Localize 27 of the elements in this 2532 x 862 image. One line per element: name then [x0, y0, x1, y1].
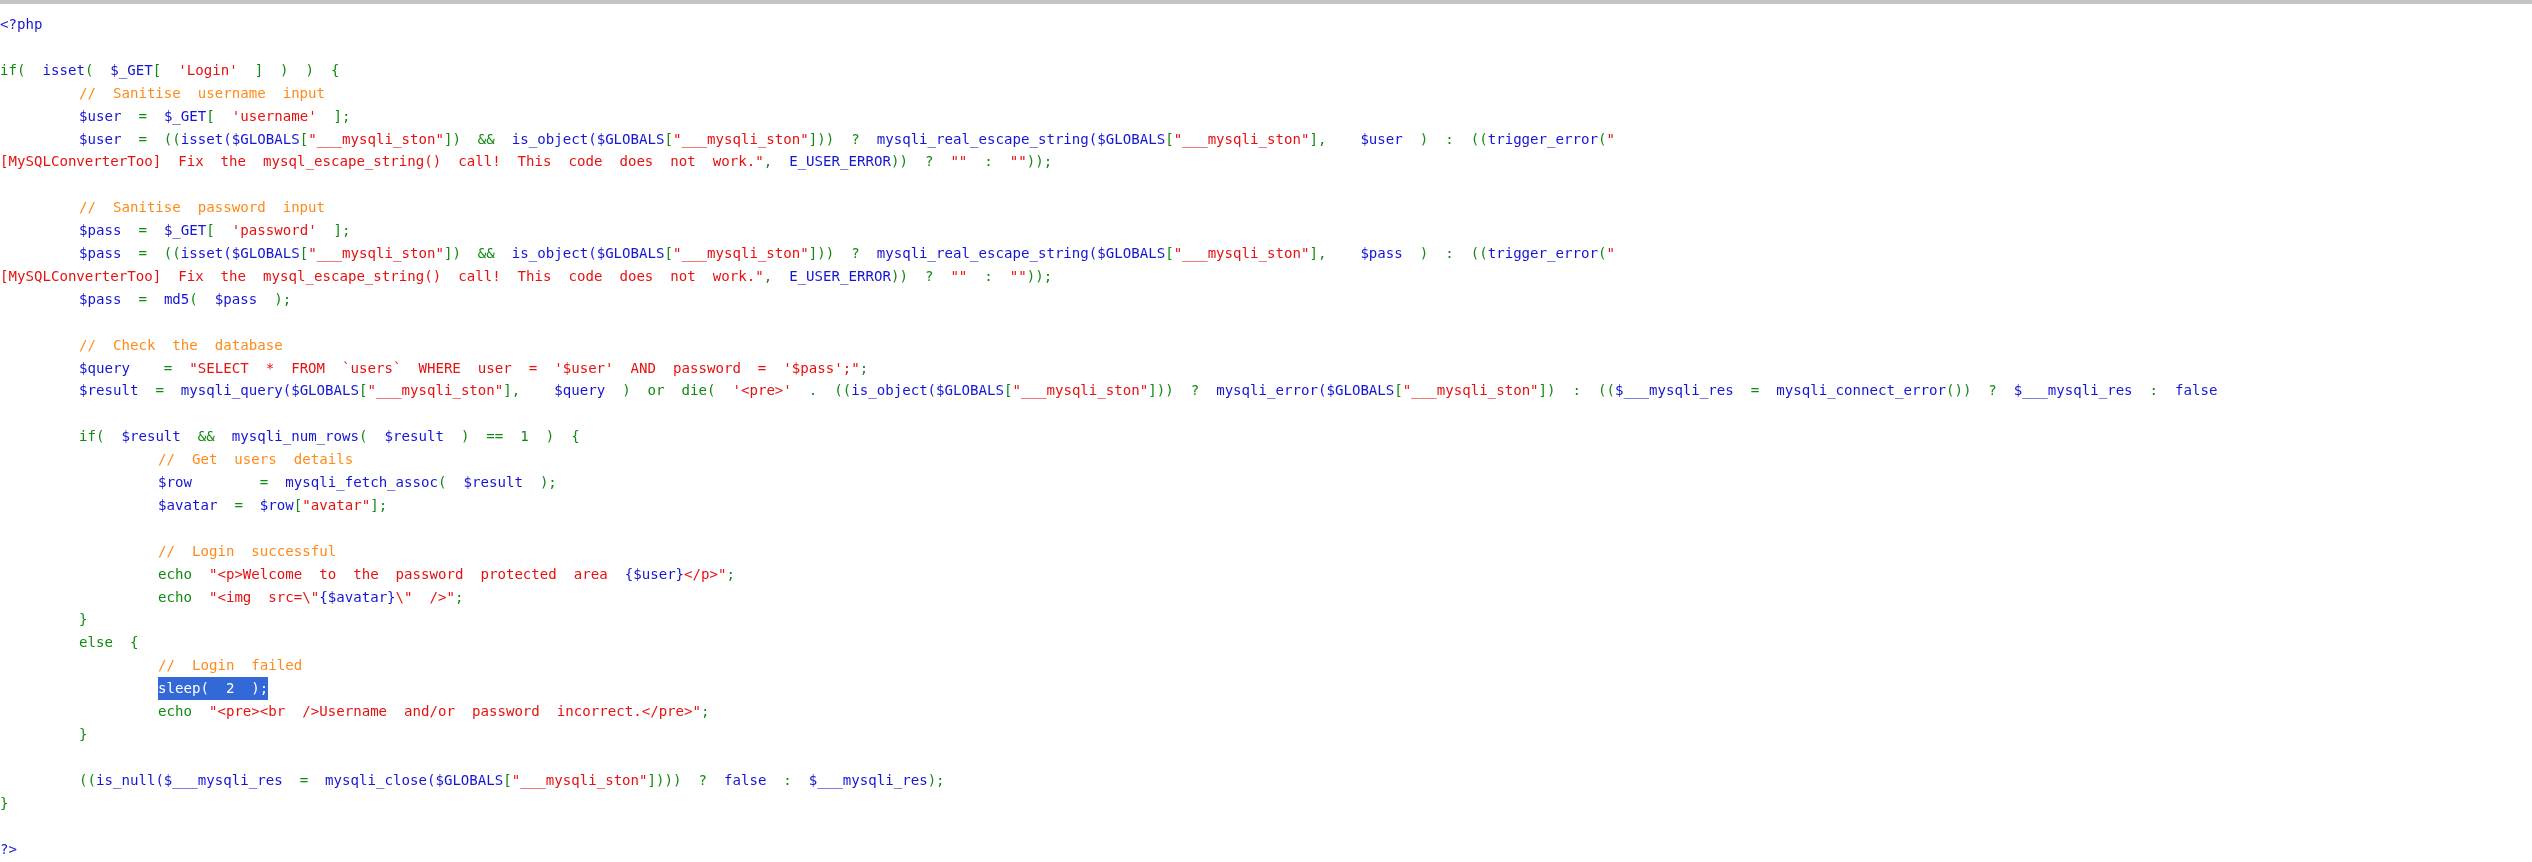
code-line: <?php — [0, 15, 43, 34]
code-line: echo "<p>Welcome to the password protected area {$user}</p>"; — [158, 564, 736, 584]
code-line: if( $result && mysqli_num_rows( $result ) == 1 ) { — [79, 427, 580, 447]
code-line: $pass = $_GET[ 'password' ]; — [79, 221, 351, 241]
code-line: $user = $_GET[ 'username' ]; — [79, 106, 351, 127]
code-line: // Login failed — [158, 656, 303, 676]
code-line: $avatar = $row["avatar"]; — [158, 495, 388, 515]
code-line: echo "<pre><br />Username and/or password incorrect.</pre>"; — [158, 702, 710, 722]
code-line: $result = mysqli_query($GLOBALS["___mysqli_ston"], $query ) or die( '<pre>' . ((is_object($GLOBALS["___mysqli_ston"])) ? mysqli_error($GLOBALS["___mysqli_ston"]) : (($___mysqli_res = mysqli_connect_error()) ? $___mysqli_res : false — [79, 381, 2218, 401]
code-line: ?> — [0, 839, 17, 859]
code-line: } — [79, 725, 88, 744]
code-line: // Sanitise password input — [79, 198, 326, 218]
code-line: echo "<img src=\"{$avatar}\" />"; — [158, 587, 464, 607]
code-line: ((is_null($___mysqli_res = mysqli_close($GLOBALS["___mysqli_ston"]))) ? false : $___mysqli_res); — [79, 770, 945, 791]
code-line: // Login successful — [158, 541, 337, 561]
code-line: $pass = md5( $pass ); — [79, 289, 292, 309]
code-line: } — [79, 610, 88, 630]
code-line: else { — [79, 633, 139, 653]
code-line: $user = ((isset($GLOBALS["___mysqli_ston"]) && is_object($GLOBALS["___mysqli_ston"])) ? mysqli_real_escape_string($GLOBALS["___mysqli_ston"], $user ) : ((trigger_error(" [MySQLConverterToo] Fix the mysql_escape_string() call! This code does not work.", E_USER_ERROR)) ? "" : "")); — [0, 129, 1616, 172]
code-line: // Get users details — [158, 450, 354, 470]
code-line: // Sanitise username input — [79, 83, 326, 103]
code-line: $pass = ((isset($GLOBALS["___mysqli_ston"]) && is_object($GLOBALS["___mysqli_ston"])) ? mysqli_real_escape_string($GLOBALS["___mysqli_ston"], $pass ) : ((trigger_error(" [MySQLConverterToo] Fix the mysql_escape_string() call! This code does not work.", E_USER_ERROR)) ? "" : "")); — [0, 244, 1616, 287]
code-line: } — [0, 793, 9, 813]
code-line: // Check the database — [79, 335, 283, 355]
code-line: $query = "SELECT * FROM `users` WHERE user = '$user' AND password = '$pass';"; — [79, 358, 869, 378]
code-line: if( isset( $_GET[ 'Login' ] ) ) { — [0, 60, 340, 81]
code-line: $row = mysqli_fetch_assoc( $result ); — [158, 473, 557, 493]
